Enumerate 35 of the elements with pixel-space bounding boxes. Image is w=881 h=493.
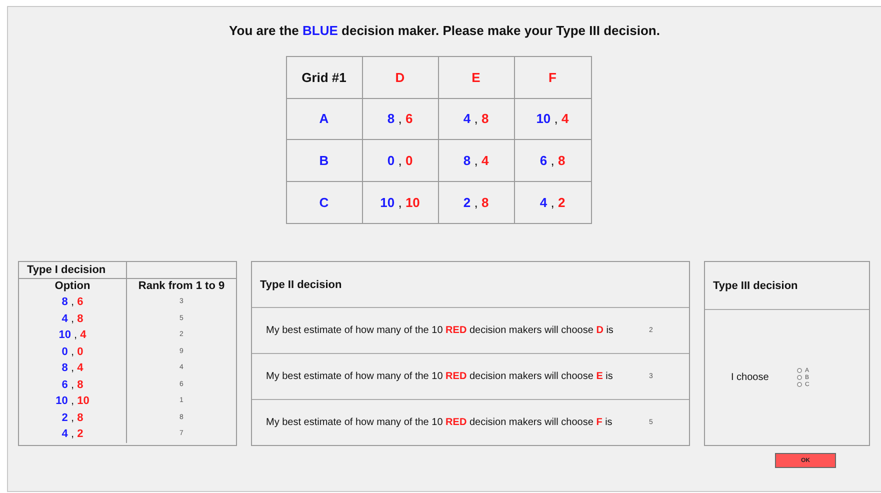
column-header: F — [548, 70, 556, 85]
option-text: 4 , 8 — [62, 312, 84, 324]
option-text: 4 , 2 — [62, 428, 84, 440]
payoff-cell: 8 , 4 — [463, 152, 489, 168]
page-title: You are the BLUE decision maker. Please make your Type III decision. — [229, 23, 660, 38]
payoff-cell: 2 , 8 — [463, 194, 489, 210]
option-text: 8 , 4 — [62, 362, 84, 374]
column-header: Rank from 1 to 9 — [138, 279, 225, 294]
panel-title: Type II decision — [260, 278, 342, 290]
column-header: E — [472, 70, 480, 85]
choose-label: I choose — [731, 372, 770, 383]
grid-title: Grid #1 — [302, 70, 346, 85]
payoff-cell: 6 , 8 — [540, 152, 566, 168]
option-text: 10 , 10 — [56, 395, 90, 407]
payoff-cell: 8 , 6 — [387, 111, 413, 126]
column-header: Option — [54, 279, 90, 294]
payoff-cell: 4 , 2 — [540, 194, 566, 210]
option-text: 0 , 0 — [62, 346, 84, 358]
row-header: C — [319, 194, 329, 210]
row-header: B — [319, 152, 329, 168]
option-text: 8 , 6 — [62, 296, 84, 308]
estimate-question: My best estimate of how many of the 10 RED decision makers will choose F is — [266, 417, 614, 428]
option-text: 10 , 4 — [58, 329, 86, 341]
estimate-question: My best estimate of how many of the 10 RED decision makers will choose D is — [266, 325, 614, 336]
panel-title: Type III decision — [713, 280, 798, 292]
payoff-cell: 0 , 0 — [387, 152, 413, 168]
payoff-cell: 10 , 4 — [536, 111, 569, 126]
estimate-question: My best estimate of how many of the 10 RED decision makers will choose E is — [266, 371, 614, 382]
column-header: D — [395, 70, 405, 85]
payoff-cell: 10 , 10 — [380, 194, 420, 210]
option-text: 6 , 8 — [62, 378, 84, 390]
payoff-cell: 4 , 8 — [463, 111, 489, 126]
row-header: A — [319, 111, 329, 126]
panel-title: Type I decision — [19, 262, 127, 278]
option-text: 2 , 8 — [62, 412, 84, 424]
